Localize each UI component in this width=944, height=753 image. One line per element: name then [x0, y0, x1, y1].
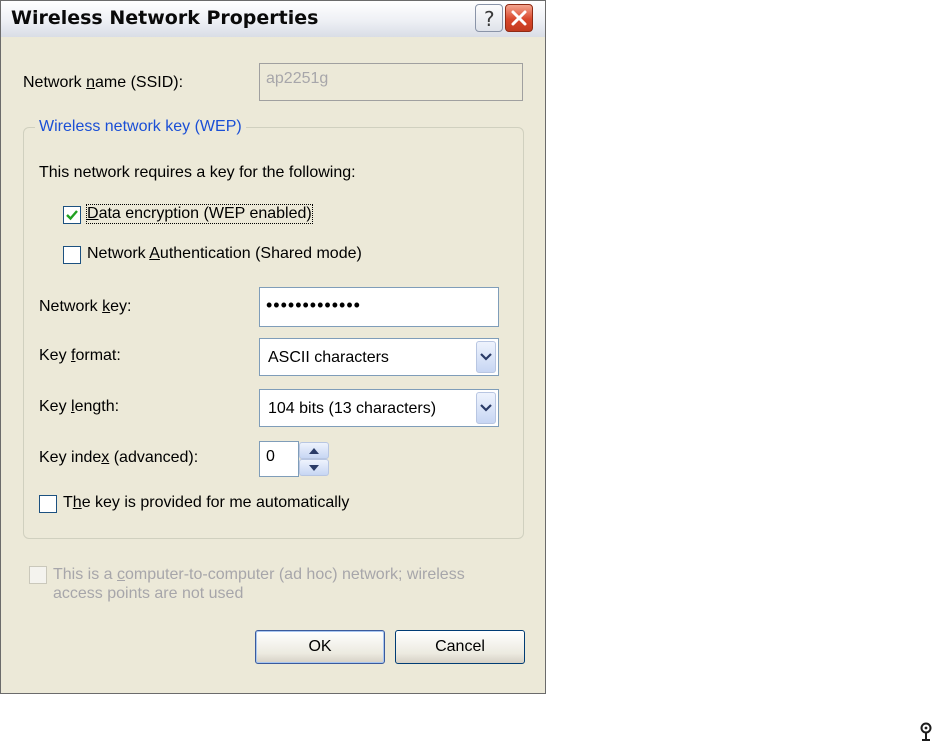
- help-button[interactable]: ?: [475, 4, 503, 32]
- network-authentication-label[interactable]: Network Authentication (Shared mode): [87, 245, 362, 263]
- key-format-value: ASCII characters: [268, 349, 389, 366]
- pin-icon[interactable]: [919, 722, 933, 742]
- network-name-label: Network name (SSID):: [23, 74, 184, 91]
- key-length-label: Key length:: [39, 398, 120, 415]
- adhoc-network-label[interactable]: This is a computer-to-computer (ad hoc) …: [53, 565, 465, 603]
- network-key-value: •••••••••••••: [266, 295, 361, 315]
- network-key-label: Network key:: [39, 298, 132, 315]
- close-icon: [511, 10, 527, 26]
- key-index-decrement-button[interactable]: [299, 459, 329, 476]
- key-index-field[interactable]: 0: [259, 441, 299, 477]
- title-bar[interactable]: Wireless Network Properties ?: [1, 1, 545, 37]
- auto-key-checkbox[interactable]: [39, 495, 57, 513]
- key-format-label: Key format:: [39, 347, 121, 364]
- checkmark-icon: [66, 210, 78, 221]
- key-format-dropdown-button[interactable]: [476, 341, 496, 373]
- dialog-title: Wireless Network Properties: [11, 7, 319, 29]
- key-length-dropdown-button[interactable]: [476, 392, 496, 424]
- key-length-value: 104 bits (13 characters): [268, 400, 437, 417]
- wep-group-legend: Wireless network key (WEP): [35, 118, 246, 136]
- wireless-network-properties-dialog: Wireless Network Properties ? Network na…: [0, 0, 546, 694]
- network-key-field[interactable]: •••••••••••••: [259, 287, 499, 327]
- wep-groupbox: [23, 127, 524, 539]
- key-index-spinner[interactable]: [299, 442, 329, 476]
- ok-button[interactable]: OK: [255, 630, 385, 664]
- close-button[interactable]: [505, 4, 533, 32]
- key-index-value: 0: [266, 448, 275, 465]
- cancel-button[interactable]: Cancel: [395, 630, 525, 664]
- triangle-down-icon: [309, 465, 319, 471]
- chevron-down-icon: [480, 353, 492, 361]
- adhoc-label-line2: access points are not used: [53, 585, 244, 602]
- help-icon: ?: [484, 7, 495, 31]
- ssid-value: ap2251g: [266, 70, 329, 87]
- key-index-label: Key index (advanced):: [39, 449, 199, 466]
- data-encryption-checkbox[interactable]: [63, 206, 81, 224]
- network-authentication-checkbox[interactable]: [63, 246, 81, 264]
- adhoc-network-checkbox[interactable]: [29, 566, 47, 584]
- key-length-dropdown[interactable]: 104 bits (13 characters): [259, 389, 499, 427]
- adhoc-label-line1: This is a computer-to-computer (ad hoc) …: [53, 566, 465, 583]
- chevron-down-icon: [480, 404, 492, 412]
- ssid-field[interactable]: ap2251g: [259, 63, 523, 101]
- triangle-up-icon: [309, 448, 319, 454]
- key-format-dropdown[interactable]: ASCII characters: [259, 338, 499, 376]
- auto-key-label[interactable]: The key is provided for me automatically: [63, 494, 349, 512]
- data-encryption-label[interactable]: Data encryption (WEP enabled): [86, 204, 313, 224]
- key-index-increment-button[interactable]: [299, 442, 329, 459]
- wep-intro-text: This network requires a key for the foll…: [39, 164, 356, 181]
